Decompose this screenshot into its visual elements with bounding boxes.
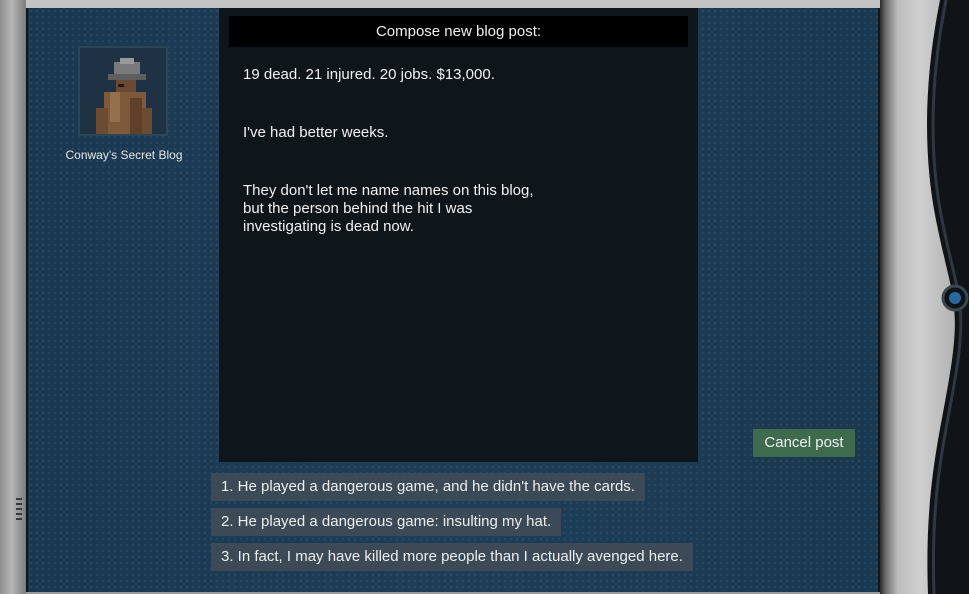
post-editor[interactable]: Compose new blog post: 19 dead. 21 injur… [219, 8, 698, 462]
blog-screen: Conway's Secret Blog Compose new blog po… [26, 8, 880, 592]
blog-name: Conway's Secret Blog [65, 148, 183, 162]
editor-header: Compose new blog post: [229, 16, 688, 47]
right-frame [880, 0, 969, 594]
post-paragraph: They don't let me name names on this blo… [243, 182, 534, 235]
post-text[interactable]: 19 dead. 21 injured. 20 jobs. $13,000. I… [243, 66, 663, 236]
game-scene: Conway's Secret Blog Compose new blog po… [0, 0, 969, 594]
cable-decoration-icon [927, 0, 969, 594]
detective-avatar-icon [80, 48, 166, 134]
dialogue-choice-2[interactable]: 2. He played a dangerous game: insulting… [211, 508, 562, 536]
left-frame [0, 0, 26, 594]
grip-icon [16, 498, 22, 520]
post-paragraph: I've had better weeks. [243, 124, 389, 141]
avatar [78, 46, 168, 136]
post-paragraph: 19 dead. 21 injured. 20 jobs. $13,000. [243, 66, 495, 83]
dialogue-choice-1[interactable]: 1. He played a dangerous game, and he di… [211, 473, 645, 501]
cancel-post-button[interactable]: Cancel post [753, 429, 855, 457]
dialogue-choice-3[interactable]: 3. In fact, I may have killed more peopl… [211, 543, 693, 571]
